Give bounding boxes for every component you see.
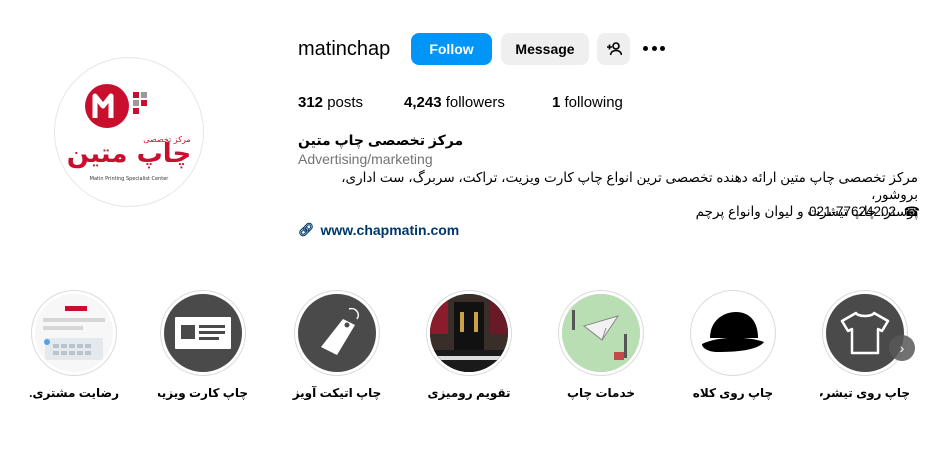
highlight-hang-tag[interactable]: چاپ اتیکت آویز: [292, 290, 382, 400]
price-tag-icon: [298, 294, 376, 372]
chevron-right-icon: ›: [899, 340, 905, 356]
highlight-ring[interactable]: [822, 290, 908, 376]
printing-services-image: [562, 294, 640, 372]
tshirt-icon: [826, 294, 904, 372]
highlight-label: چاپ کارت ویزیت: [158, 386, 248, 400]
phone-line: 021-77624202 ☎: [298, 204, 920, 220]
cap-icon: [694, 294, 772, 372]
highlight-ring[interactable]: [558, 290, 644, 376]
suggest-user-button[interactable]: [597, 33, 630, 65]
website-text: www.chapmatin.com: [320, 222, 460, 238]
highlights-next-button[interactable]: ›: [889, 335, 915, 361]
highlight-label: خدمات چاپ: [566, 386, 636, 400]
highlight-ring[interactable]: [294, 290, 380, 376]
highlight-printing-services[interactable]: خدمات چاپ: [556, 290, 646, 400]
logo-english-text: Matin Printing Specialist Center: [90, 176, 170, 182]
highlight-ring[interactable]: [426, 290, 512, 376]
highlight-label: چاپ اتیکت آویز: [292, 386, 382, 400]
highlight-ring[interactable]: [160, 290, 246, 376]
highlight-business-card[interactable]: چاپ کارت ویزیت: [158, 290, 248, 400]
telephone-icon: ☎: [903, 204, 920, 219]
profile-avatar[interactable]: چاپ متین مرکز تخصصی Matin Printing Speci…: [54, 57, 204, 207]
highlight-customer-satisfaction[interactable]: رضایت مشتری...: [29, 290, 119, 400]
highlight-label: تقویم رومیزی: [427, 386, 511, 400]
desk-calendar-image: [430, 294, 508, 372]
business-card-icon: [164, 294, 242, 372]
message-button[interactable]: Message: [501, 33, 589, 65]
chat-screenshot-image: [35, 294, 113, 372]
phone-number: 021-77624202: [808, 204, 897, 219]
add-user-icon: [606, 42, 622, 56]
bio-line: مرکز تخصصی چاپ متین ارائه دهنده تخصصی تر…: [341, 170, 918, 202]
profile-full-name: مرکز تخصصی چاپ متین: [298, 132, 464, 148]
following-link[interactable]: 1 following: [552, 94, 623, 111]
link-icon: 🔗︎: [298, 222, 315, 237]
website-link[interactable]: 🔗︎ www.chapmatin.com: [298, 222, 459, 238]
more-options-icon[interactable]: [643, 40, 665, 56]
matin-chap-logo: چاپ متین مرکز تخصصی Matin Printing Speci…: [67, 84, 191, 182]
follow-button[interactable]: Follow: [411, 33, 492, 65]
highlight-ring[interactable]: [31, 290, 117, 376]
highlight-ring[interactable]: [690, 290, 776, 376]
highlight-desk-calendar[interactable]: تقویم رومیزی: [424, 290, 514, 400]
highlight-label: چاپ روی کلاه: [692, 386, 774, 400]
profile-category: Advertising/marketing: [298, 151, 433, 167]
highlight-cap-printing[interactable]: چاپ روی کلاه: [688, 290, 778, 400]
logo-subtext: مرکز تخصصی: [143, 135, 190, 144]
posts-count: 312 posts: [298, 94, 364, 111]
profile-username: matinchap: [298, 38, 391, 60]
followers-link[interactable]: 4,243 followers: [404, 94, 505, 111]
highlight-label: رضایت مشتری...: [29, 386, 119, 400]
highlight-label: چاپ روی تیشرت: [820, 386, 910, 400]
